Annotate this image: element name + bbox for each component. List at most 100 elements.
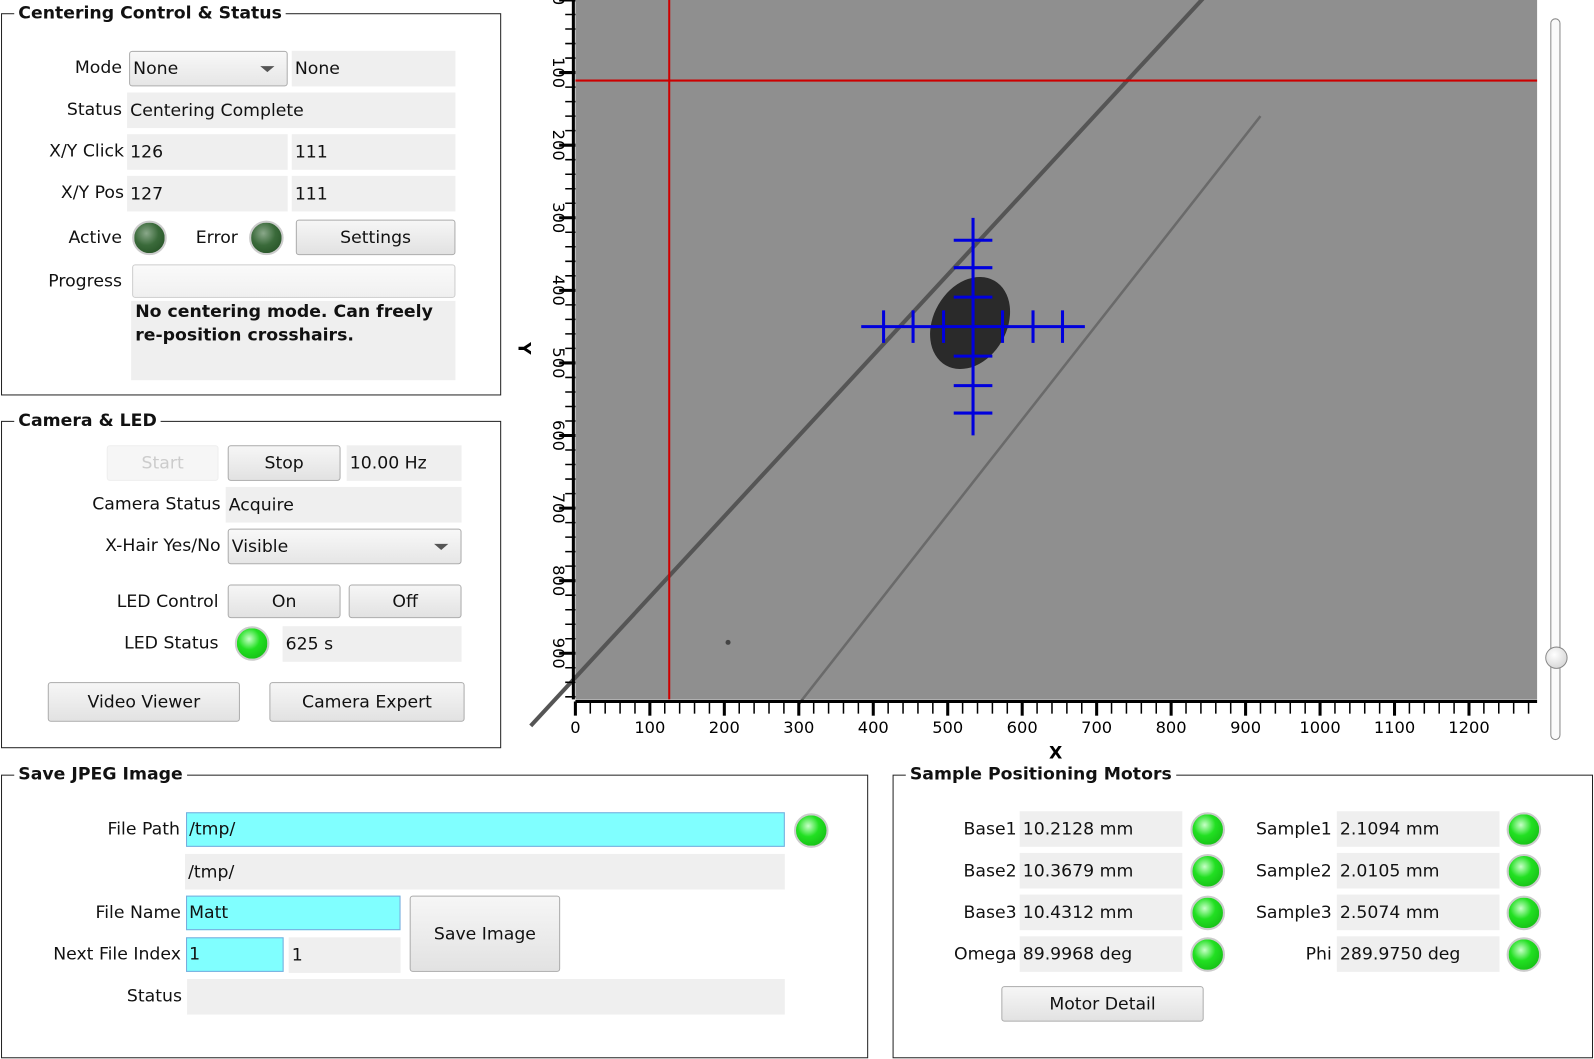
- y-tick-label: 200: [549, 130, 568, 161]
- save-status-label: Status: [126, 986, 182, 1007]
- y-tick-label: 900: [549, 638, 568, 669]
- xy-click-label: X/Y Click: [49, 141, 125, 162]
- status-label: Status: [66, 99, 122, 120]
- x-tick-label: 1000: [1299, 718, 1340, 737]
- led-status-icon: [234, 626, 270, 661]
- x-tick-label: 300: [783, 718, 814, 737]
- led-off-button[interactable]: Off: [348, 584, 462, 619]
- led-on-button[interactable]: On: [227, 584, 341, 619]
- y-tick-label: 400: [549, 275, 568, 306]
- zoom-slider-handle[interactable]: [1545, 646, 1568, 669]
- motor-value: 10.2128 mm: [1019, 811, 1183, 847]
- debris-spot: [725, 639, 731, 645]
- y-click-value: 111: [291, 134, 456, 170]
- x-axis-label: X: [1049, 743, 1062, 762]
- motor-value: 2.0105 mm: [1336, 852, 1500, 889]
- x-tick-label: 500: [932, 718, 963, 737]
- motor-status-led-icon: [1506, 853, 1542, 889]
- x-pos-value: 127: [127, 175, 288, 212]
- x-tick-label: 1200: [1448, 718, 1489, 737]
- x-tick-label: 600: [1007, 718, 1038, 737]
- motor-label: Base2: [963, 861, 1017, 882]
- video-viewer-button[interactable]: Video Viewer: [47, 682, 240, 722]
- camera-image-view[interactable]: 0 100 200 300 400 500 600 700 800 900 1000 1100 1200…: [508, 0, 1594, 763]
- group-title: Camera & LED: [14, 410, 161, 432]
- x-tick-label: 800: [1156, 718, 1187, 737]
- x-tick-label: 100: [634, 718, 665, 737]
- image-plot[interactable]: 0 100 200 300 400 500 600 700 800 900 1000 1100 1200…: [508, 0, 1594, 763]
- motor-label: Phi: [1305, 944, 1332, 965]
- x-tick-label: 400: [858, 718, 889, 737]
- next-index-input[interactable]: 1: [186, 937, 284, 972]
- motor-value: 10.4312 mm: [1019, 894, 1183, 931]
- y-axis-label: Y: [513, 341, 533, 355]
- y-tick-label: 600: [549, 420, 568, 451]
- x-tick-label: 1100: [1374, 718, 1415, 737]
- camera-expert-button[interactable]: Camera Expert: [269, 682, 465, 722]
- next-index-label: Next File Index: [53, 944, 181, 965]
- active-led-icon: [132, 220, 167, 256]
- led-time: 625 s: [282, 626, 462, 662]
- motor-value: 10.3679 mm: [1019, 852, 1183, 889]
- mode-value: None: [133, 58, 179, 79]
- stop-button[interactable]: Stop: [227, 445, 341, 481]
- y-tick-label: 700: [549, 493, 568, 524]
- motor-value: 2.5074 mm: [1336, 894, 1500, 931]
- error-led-icon: [249, 220, 284, 256]
- file-name-label: File Name: [95, 902, 181, 924]
- start-button[interactable]: Start: [106, 445, 219, 481]
- motor-value: 89.9968 deg: [1019, 936, 1183, 972]
- chevron-down-icon: [434, 543, 449, 550]
- xhair-label: X-Hair Yes/No: [105, 535, 221, 557]
- save-image-button[interactable]: Save Image: [409, 895, 561, 972]
- xy-pos-label: X/Y Pos: [60, 182, 125, 204]
- chevron-down-icon: [260, 65, 275, 72]
- progress-label: Progress: [48, 271, 122, 292]
- file-path-input[interactable]: /tmp/: [186, 812, 785, 847]
- y-tick-label: 500: [549, 347, 568, 378]
- x-tick-label: 700: [1081, 718, 1112, 737]
- xhair-value: Visible: [231, 536, 289, 557]
- mode-select[interactable]: None: [129, 50, 288, 87]
- motor-label: Sample2: [1255, 861, 1332, 882]
- file-path-status-led-icon: [793, 813, 829, 848]
- image-background: [575, 0, 1538, 700]
- motor-value: 2.1094 mm: [1336, 811, 1500, 847]
- motor-label: Sample3: [1255, 902, 1332, 924]
- save-status-value: [187, 978, 785, 1015]
- settings-button[interactable]: Settings: [295, 219, 456, 256]
- active-label: Active: [68, 227, 122, 249]
- camera-status-label: Camera Status: [92, 494, 221, 515]
- y-pos-value: 111: [291, 175, 456, 212]
- led-control-label: LED Control: [116, 591, 219, 612]
- mode-readback: None: [291, 50, 456, 87]
- motor-value: 289.9750 deg: [1336, 936, 1500, 972]
- motor-label: Base1: [963, 819, 1017, 840]
- status-value: Centering Complete: [127, 92, 456, 129]
- x-tick-label: 900: [1230, 718, 1261, 737]
- group-title: Centering Control & Status: [14, 3, 286, 24]
- file-name-input[interactable]: Matt: [186, 895, 401, 931]
- zoom-slider-track[interactable]: [1550, 18, 1561, 741]
- centering-message: No centering mode. Can freely re-positio…: [131, 300, 456, 381]
- next-index-readback: 1: [288, 937, 401, 973]
- y-tick-label: 100: [549, 57, 568, 88]
- x-tick-label: 200: [709, 718, 740, 737]
- motor-label: Base3: [963, 902, 1017, 924]
- group-title: Save JPEG Image: [14, 764, 187, 785]
- motor-status-led-icon: [1506, 937, 1542, 972]
- x-click-value: 126: [127, 134, 288, 170]
- xhair-select[interactable]: Visible: [227, 528, 462, 565]
- error-label: Error: [195, 227, 238, 249]
- motor-status-led-icon: [1506, 812, 1542, 847]
- x-tick-label: 0: [570, 718, 580, 737]
- led-status-label: LED Status: [124, 633, 219, 654]
- camera-status-value: Acquire: [225, 486, 462, 523]
- y-tick-label: 0: [549, 0, 568, 5]
- motor-detail-button[interactable]: Motor Detail: [1001, 986, 1204, 1022]
- file-path-readback: /tmp/: [185, 853, 785, 890]
- progress-bar: [132, 264, 456, 298]
- motor-status-led-icon: [1506, 895, 1542, 931]
- y-tick-label: 800: [549, 565, 568, 596]
- motor-label: Sample1: [1255, 819, 1332, 840]
